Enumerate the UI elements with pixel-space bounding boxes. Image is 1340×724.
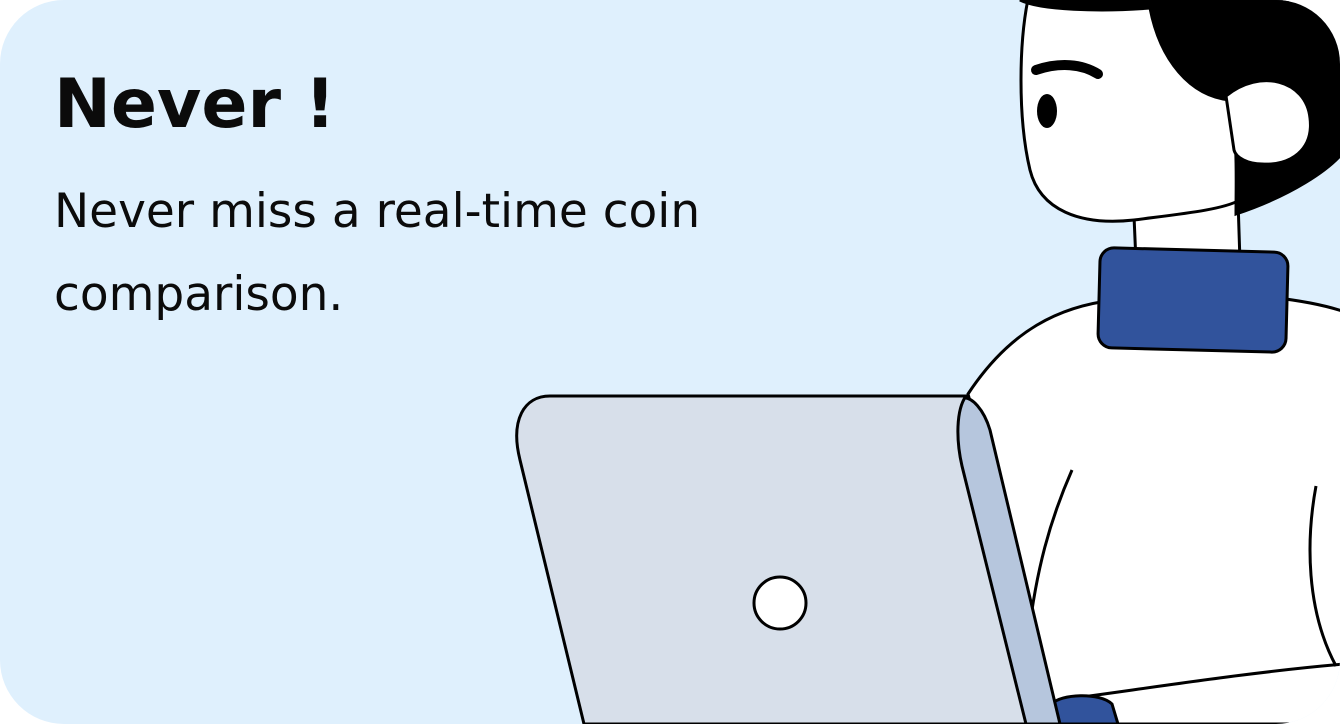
card-title: Never ! [54,65,336,144]
person-collar [1096,246,1290,354]
laptop-logo-icon [752,575,808,631]
card-subtitle: Never miss a real-time coin comparison. [54,184,701,322]
person-eye [1037,94,1057,128]
feature-card: Never ! Never miss a real-time coin comp… [0,0,1340,724]
person-ear [1224,79,1312,166]
laptop-lid [515,394,1028,724]
